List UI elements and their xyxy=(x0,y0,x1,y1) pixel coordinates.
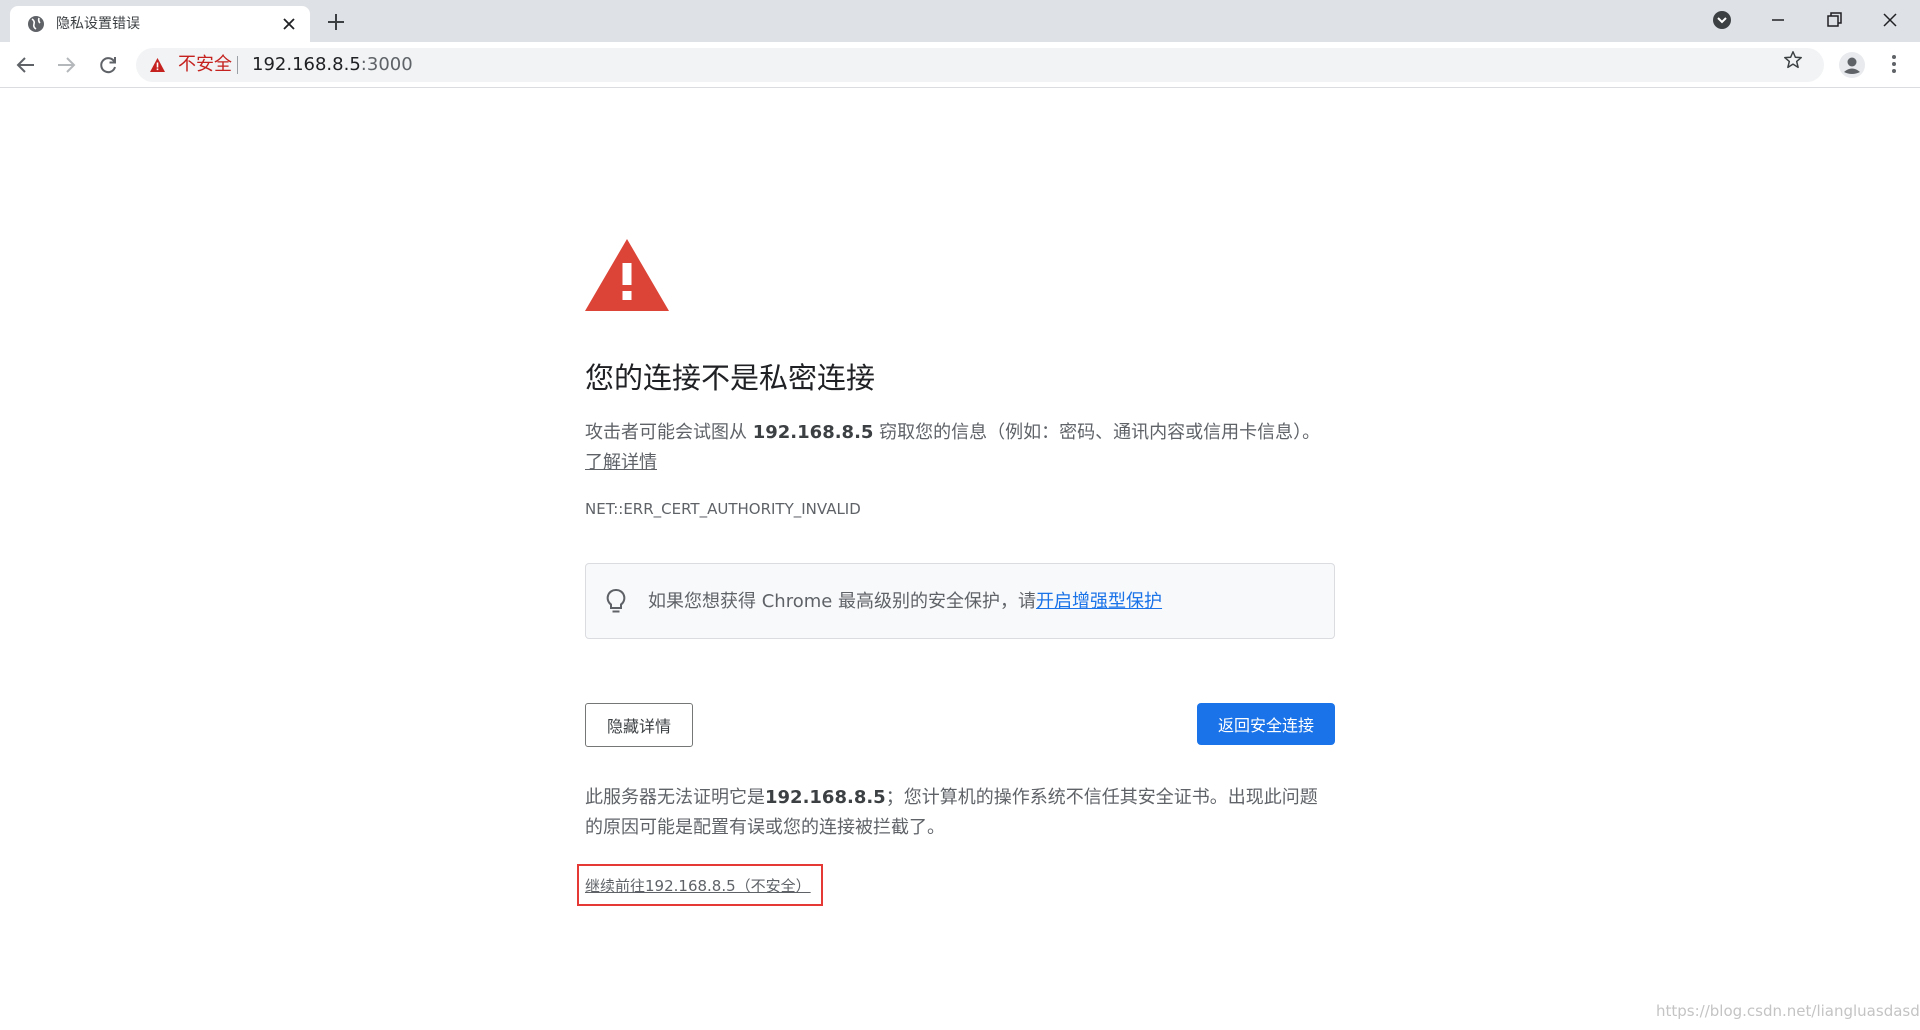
reload-icon[interactable] xyxy=(96,53,120,77)
proceed-unsafe-link[interactable]: 继续前往192.168.8.5（不安全） xyxy=(585,877,811,895)
bookmark-star-icon[interactable] xyxy=(1782,49,1804,71)
browser-toolbar: 不安全 192.168.8.5:3000 xyxy=(0,42,1920,88)
profile-avatar-icon[interactable] xyxy=(1838,51,1866,79)
desc-host: 192.168.8.5 xyxy=(752,422,874,443)
globe-icon xyxy=(28,16,44,32)
enhanced-protection-tip: 如果您想获得 Chrome 最高级别的安全保护，请开启增强型保护 xyxy=(585,563,1335,639)
tip-message: 如果您想获得 Chrome 最高级别的安全保护，请 xyxy=(648,591,1037,612)
close-window-icon[interactable] xyxy=(1878,8,1902,32)
details-text: 此服务器无法证明它是192.168.8.5；您计算机的操作系统不信任其安全证书。… xyxy=(585,783,1335,843)
security-status[interactable]: 不安全 xyxy=(178,55,232,75)
minimize-icon[interactable] xyxy=(1766,8,1790,32)
url-text[interactable]: 192.168.8.5:3000 xyxy=(252,55,413,75)
main-message: 攻击者可能会试图从 192.168.8.5 窃取您的信息（例如：密码、通讯内容或… xyxy=(585,418,1335,478)
error-code: NET::ERR_CERT_AUTHORITY_INVALID xyxy=(585,500,861,518)
lightbulb-icon xyxy=(606,589,626,613)
new-tab-icon[interactable] xyxy=(324,10,348,34)
forward-arrow-icon[interactable] xyxy=(54,53,78,77)
restore-icon[interactable] xyxy=(1822,8,1846,32)
hide-details-button[interactable]: 隐藏详情 xyxy=(585,703,693,747)
warning-icon[interactable] xyxy=(149,57,166,73)
desc-prefix: 攻击者可能会试图从 xyxy=(585,422,753,443)
watermark: https://blog.csdn.net/liangluasdasda xyxy=(1656,1002,1920,1020)
tab-search-icon[interactable] xyxy=(1710,8,1734,32)
url-port: :3000 xyxy=(360,54,413,75)
enable-enhanced-protection-link[interactable]: 开启增强型保护 xyxy=(1036,591,1162,612)
back-to-safety-button[interactable]: 返回安全连接 xyxy=(1197,703,1335,745)
details-prefix: 此服务器无法证明它是 xyxy=(585,787,765,808)
desc-suffix: 窃取您的信息（例如：密码、通讯内容或信用卡信息）。 xyxy=(873,422,1321,443)
more-menu-icon[interactable] xyxy=(1882,52,1906,76)
details-host: 192.168.8.5 xyxy=(765,787,886,808)
back-arrow-icon[interactable] xyxy=(14,53,38,77)
warning-triangle-icon xyxy=(585,239,669,311)
tab-title: 隐私设置错误 xyxy=(56,16,140,32)
tip-text: 如果您想获得 Chrome 最高级别的安全保护，请开启增强型保护 xyxy=(648,589,1162,615)
close-icon[interactable] xyxy=(280,15,298,33)
tab-privacy-error[interactable]: 隐私设置错误 xyxy=(10,6,310,42)
address-separator xyxy=(237,56,238,74)
address-bar[interactable]: 不安全 192.168.8.5:3000 xyxy=(136,48,1824,82)
url-host: 192.168.8.5 xyxy=(252,54,361,75)
tab-strip: 隐私设置错误 xyxy=(0,0,1920,42)
learn-more-link[interactable]: 了解详情 xyxy=(585,452,657,473)
page-title: 您的连接不是私密连接 xyxy=(585,361,876,395)
